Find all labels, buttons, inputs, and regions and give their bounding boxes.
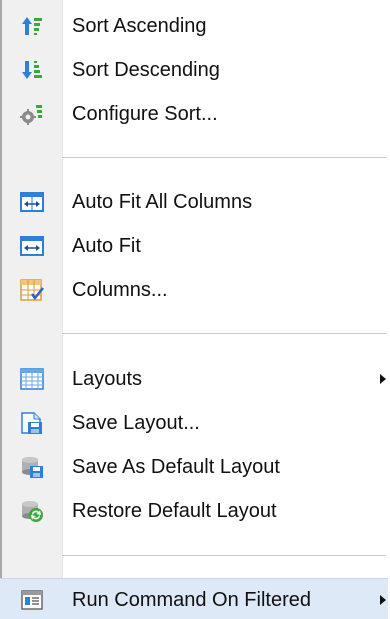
restore-default-layout-label: Restore Default Layout — [72, 500, 277, 522]
menu-item-auto-fit-all-columns[interactable]: Auto Fit All Columns — [0, 180, 388, 224]
menu-item-configure-sort[interactable]: Configure Sort... — [0, 92, 388, 136]
sort-ascending-label: Sort Ascending — [72, 15, 207, 37]
menu-separator — [62, 157, 386, 159]
submenu-arrow-icon — [380, 374, 386, 384]
sort-descending-label: Sort Descending — [72, 59, 220, 81]
save-as-default-layout-label: Save As Default Layout — [72, 456, 280, 478]
save-layout-icon — [20, 411, 44, 435]
restore-layout-icon — [20, 499, 44, 523]
columns-label: Columns... — [72, 279, 168, 301]
columns-icon — [20, 278, 44, 302]
menu-item-run-command-on-filtered[interactable]: Run Command On Filtered — [0, 578, 388, 619]
auto-fit-all-columns-label: Auto Fit All Columns — [72, 191, 253, 213]
auto-fit-icon — [20, 234, 44, 258]
layouts-icon — [20, 367, 44, 391]
sort-ascending-icon — [20, 14, 44, 38]
sort-descending-icon — [20, 58, 44, 82]
submenu-arrow-icon — [380, 595, 386, 605]
menu-separator — [62, 333, 386, 335]
configure-sort-label: Configure Sort... — [72, 103, 218, 125]
menu-item-columns[interactable]: Columns... — [0, 268, 388, 312]
configure-sort-icon — [20, 102, 44, 126]
menu-item-auto-fit[interactable]: Auto Fit — [0, 224, 388, 268]
run-command-icon — [20, 588, 44, 612]
menu-item-sort-ascending[interactable]: Sort Ascending — [0, 4, 388, 48]
menu-item-save-layout[interactable]: Save Layout... — [0, 401, 388, 445]
layouts-label: Layouts — [72, 368, 143, 390]
menu-item-sort-descending[interactable]: Sort Descending — [0, 48, 388, 92]
menu-item-save-as-default-layout[interactable]: Save As Default Layout — [0, 445, 388, 489]
run-command-on-filtered-label: Run Command On Filtered — [72, 589, 311, 611]
auto-fit-all-icon — [20, 190, 44, 214]
save-layout-label: Save Layout... — [72, 412, 200, 434]
context-menu: Sort Ascending Sort Descending Configure… — [0, 0, 390, 619]
menu-separator — [62, 555, 386, 557]
save-default-layout-icon — [20, 455, 44, 479]
auto-fit-label: Auto Fit — [72, 235, 141, 257]
menu-item-layouts[interactable]: Layouts — [0, 357, 388, 401]
menu-item-restore-default-layout[interactable]: Restore Default Layout — [0, 489, 388, 533]
